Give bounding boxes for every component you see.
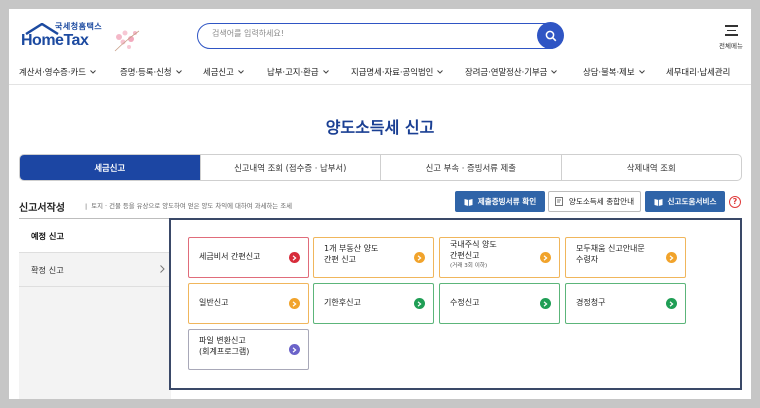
all-menu-label: 전체메뉴 <box>719 41 743 50</box>
arrow-right-circle-icon <box>666 252 677 263</box>
side-item-label: 예정 신고 <box>31 230 64 241</box>
book-icon <box>464 198 473 206</box>
card-label-line1: 파일 변환신고 <box>199 336 246 345</box>
tab-bar: 세금신고 신고내역 조회 (접수증 · 납부서) 신고 부속 · 증빙서류 제출… <box>19 154 742 181</box>
nav-label: 세금신고 <box>203 67 234 77</box>
card-general-report[interactable]: 일반신고 <box>188 283 309 324</box>
card-label: 일반신고 <box>199 298 229 308</box>
section-desc-text: 토지 · 건물 등을 유상으로 양도하여 얻은 양도 차익에 대하여 과세하는 … <box>91 202 292 210</box>
chevron-right-icon <box>160 265 165 273</box>
card-single-real-estate[interactable]: 1개 부동산 양도 간편 신고 <box>313 237 434 278</box>
nav-item-certificate[interactable]: 증명·등록·신청 <box>120 66 182 78</box>
documents-check-button[interactable]: 제출증빙서류 확인 <box>455 191 545 212</box>
logo-title: HomeTax <box>21 32 89 49</box>
button-label: 신고도움서비스 <box>667 197 717 206</box>
button-label: 양도소득세 종합안내 <box>568 197 635 206</box>
card-label-line1: 1개 부동산 양도 <box>324 244 379 253</box>
card-label-line2: 간편 신고 <box>324 254 356 264</box>
card-label: 수정신고 <box>450 298 480 308</box>
arrow-right-circle-icon <box>414 298 425 309</box>
chevron-down-icon <box>322 70 329 74</box>
chevron-down-icon <box>90 70 96 74</box>
chevron-down-icon <box>638 70 645 74</box>
nav-label: 계산서·영수증·카드 <box>19 67 86 77</box>
nav-item-tax-report[interactable]: 세금신고 <box>203 66 244 78</box>
arrow-right-circle-icon <box>666 298 677 309</box>
arrow-right-circle-icon <box>540 252 551 263</box>
document-edit-icon <box>554 197 563 206</box>
card-label-line2: 수령자 <box>576 254 599 264</box>
arrow-right-circle-icon <box>540 298 551 309</box>
card-amended-report[interactable]: 수정신고 <box>439 283 560 324</box>
nav-item-statements[interactable]: 지급명세·자료·공익법인 <box>351 66 444 78</box>
card-label: 세금비서 간편신고 <box>199 252 261 262</box>
nav-item-incentives[interactable]: 장려금·연말정산·기부금 <box>465 66 558 78</box>
arrow-right-circle-icon <box>289 252 300 263</box>
button-label: 제출증빙서류 확인 <box>477 197 537 206</box>
nav-label: 납부·고지·환급 <box>267 67 319 77</box>
cherry-blossom-icon <box>114 30 140 52</box>
chevron-down-icon <box>551 70 558 74</box>
arrow-right-circle-icon <box>289 344 300 355</box>
filing-help-service-button[interactable]: 신고도움서비스 <box>645 191 725 212</box>
capital-gains-guide-button[interactable]: 양도소득세 종합안내 <box>548 191 641 212</box>
nav-label: 장려금·연말정산·기부금 <box>465 67 548 77</box>
card-correction-claim[interactable]: 경정청구 <box>565 283 686 324</box>
search-bar <box>197 22 564 49</box>
search-input[interactable] <box>212 29 512 38</box>
all-menu-button[interactable]: 전체메뉴 <box>713 23 749 53</box>
chevron-down-icon <box>237 70 244 74</box>
card-label-line1: 모두채움 신고안내문 <box>576 244 645 253</box>
chevron-down-icon <box>175 70 182 74</box>
tab-deleted-history[interactable]: 삭제내역 조회 <box>560 155 742 180</box>
arrow-right-circle-icon <box>414 252 425 263</box>
nav-item-invoice[interactable]: 계산서·영수증·카드 <box>19 66 96 78</box>
card-file-conversion[interactable]: 파일 변환신고 (회계프로그램) <box>188 329 309 370</box>
card-label-line2: (회계프로그램) <box>199 346 250 356</box>
side-item-label: 확정 신고 <box>31 264 64 275</box>
side-menu: 예정 신고 확정 신고 <box>19 218 171 399</box>
nav-label: 상담·불복·제보 <box>583 67 635 77</box>
nav-label: 세무대리·납세관리 <box>666 67 731 77</box>
card-sublabel: (거래 3회 이하) <box>450 262 488 269</box>
card-label: 기한후신고 <box>324 298 361 308</box>
chevron-down-icon <box>437 70 444 74</box>
card-prefilled-notice[interactable]: 모두채움 신고안내문 수령자 <box>565 237 686 278</box>
section-description: | 토지 · 건물 등을 유상으로 양도하여 얻은 양도 차익에 대하여 과세하… <box>85 202 292 210</box>
side-item-scheduled-report[interactable]: 예정 신고 <box>19 219 171 253</box>
book-icon <box>654 198 663 206</box>
help-icon[interactable]: ? <box>729 196 741 208</box>
card-tax-secretary-simple[interactable]: 세금비서 간편신고 <box>188 237 309 278</box>
section-title: 신고서작성 <box>19 203 65 214</box>
card-domestic-stock[interactable]: 국내주식 양도 간편신고 (거래 3회 이하) <box>439 237 560 278</box>
main-nav: 계산서·영수증·카드 증명·등록·신청 세금신고 납부·고지·환급 지급명세·자… <box>9 59 751 85</box>
filing-options-panel: 세금비서 간편신고 1개 부동산 양도 간편 신고 국내주식 양도 간편신고 (… <box>169 218 742 390</box>
tab-attachments[interactable]: 신고 부속 · 증빙서류 제출 <box>380 155 561 180</box>
nav-label: 증명·등록·신청 <box>120 67 172 77</box>
logo-subtitle: 국세청홈택스 <box>55 22 103 31</box>
arrow-right-circle-icon <box>289 298 300 309</box>
nav-item-tax-agent[interactable]: 세무대리·납세관리 <box>666 66 730 78</box>
card-late-report[interactable]: 기한후신고 <box>313 283 434 324</box>
card-label: 경정청구 <box>576 298 606 308</box>
search-icon <box>545 30 556 41</box>
search-button[interactable] <box>537 22 564 49</box>
hometax-page: 국세청홈택스 HomeTax 전체메뉴 계산서·영수증·카드 증명·등록·신청 … <box>9 9 751 399</box>
card-label-line1: 국내주식 양도 <box>450 240 497 249</box>
card-label-line2: 간편신고 <box>450 250 480 260</box>
nav-item-consulting[interactable]: 상담·불복·제보 <box>583 66 645 78</box>
hometax-logo[interactable]: 국세청홈택스 HomeTax <box>19 21 140 57</box>
nav-item-payment[interactable]: 납부·고지·환급 <box>267 66 329 78</box>
tab-report-history[interactable]: 신고내역 조회 (접수증 · 납부서) <box>199 155 381 180</box>
page-title: 양도소득세 신고 <box>325 118 435 137</box>
hamburger-icon <box>724 25 738 36</box>
tab-tax-report[interactable]: 세금신고 <box>20 155 200 180</box>
nav-label: 지급명세·자료·공익법인 <box>351 67 434 77</box>
side-item-final-report[interactable]: 확정 신고 <box>19 253 171 287</box>
